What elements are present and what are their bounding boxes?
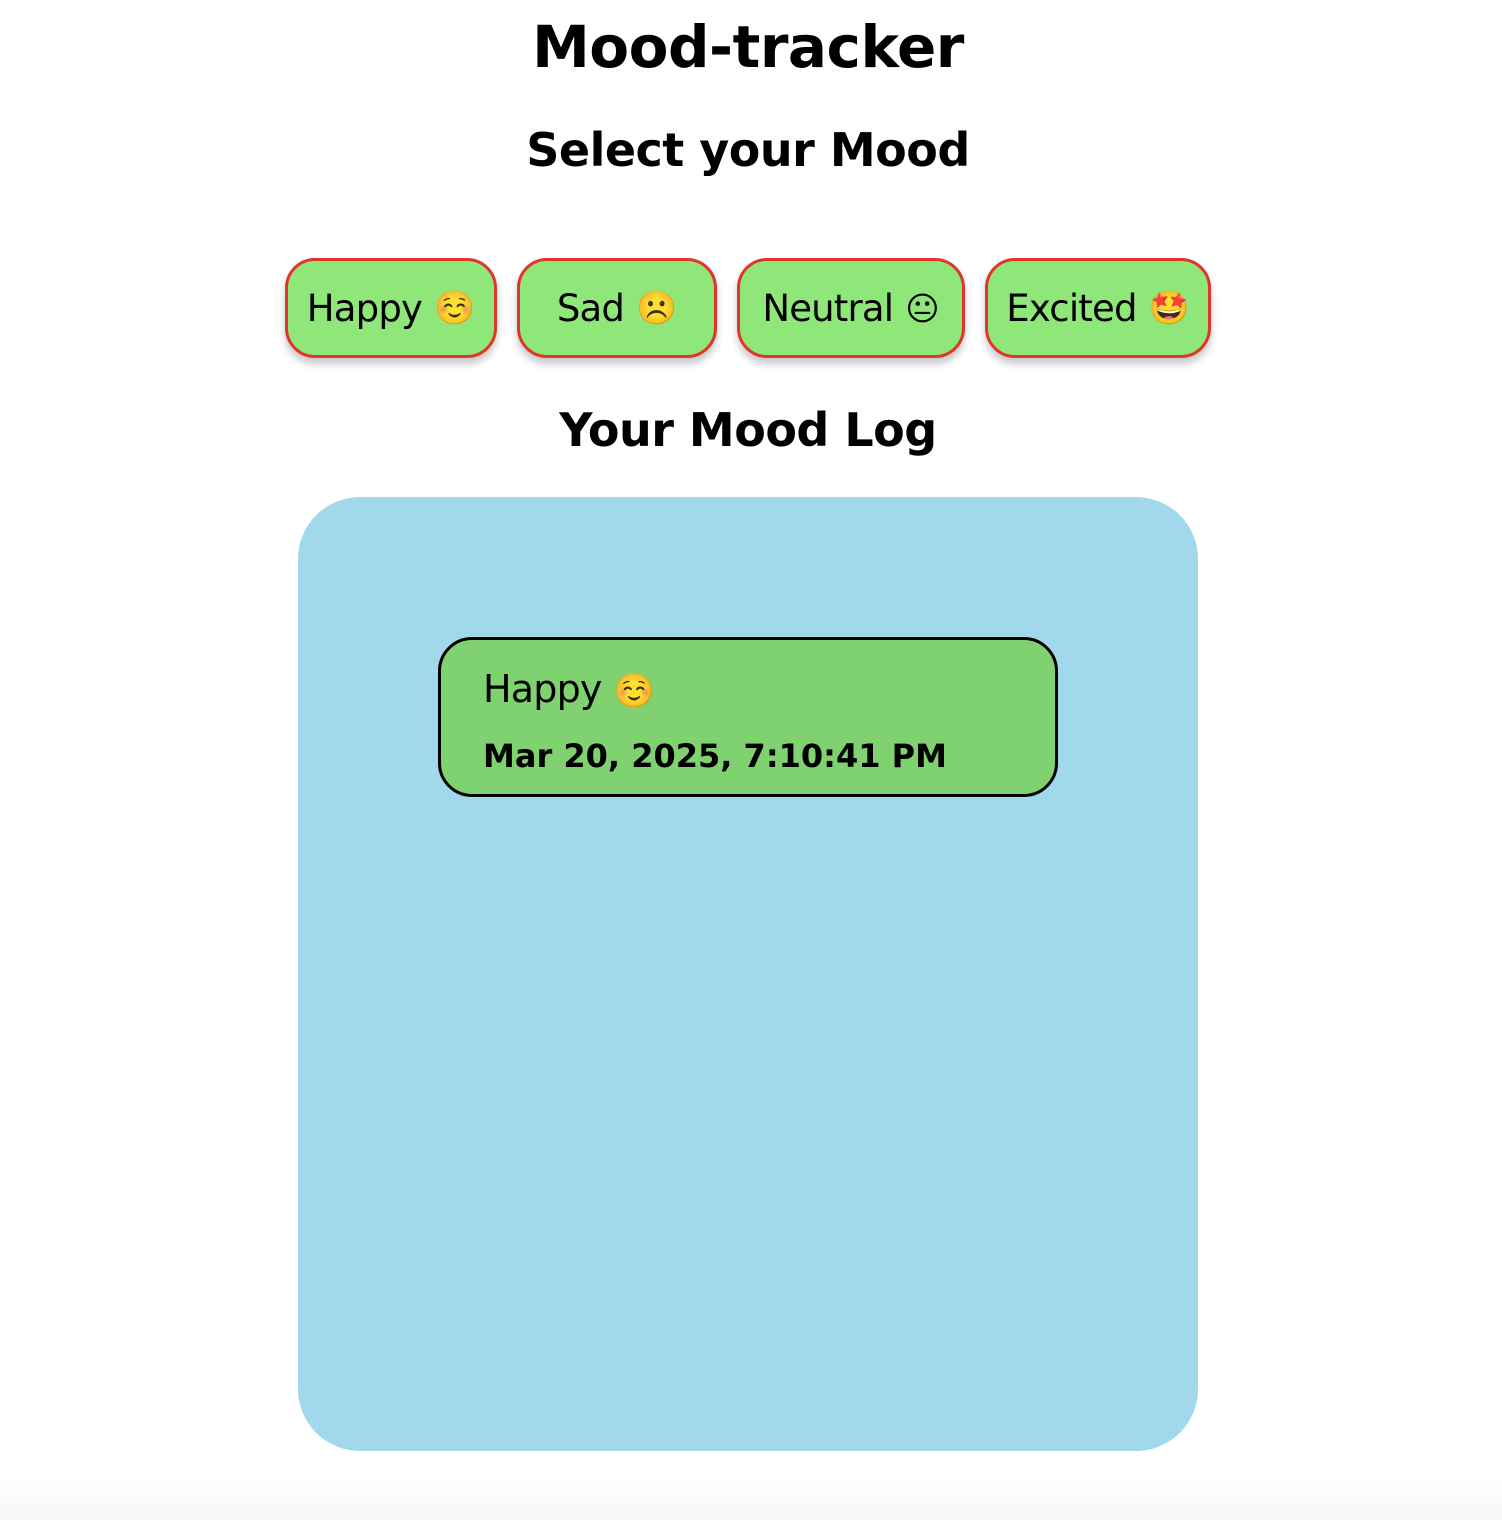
happy-button-label: Happy — [306, 286, 423, 330]
mood-log-panel: Happy ☺️ Mar 20, 2025, 7:10:41 PM — [298, 497, 1198, 1451]
mood-log-heading: Your Mood Log — [559, 403, 937, 457]
star-struck-face-icon: 🤩 — [1148, 288, 1190, 327]
app-title: Mood-tracker — [532, 13, 964, 81]
select-mood-heading: Select your Mood — [526, 123, 970, 177]
neutral-button-label: Neutral — [762, 286, 894, 330]
neutral-face-icon: 😐 — [905, 288, 940, 328]
log-entry-mood: Happy ☺️ — [483, 664, 655, 716]
page-bottom-edge — [0, 1480, 1502, 1520]
log-entry-timestamp: Mar 20, 2025, 7:10:41 PM — [483, 737, 947, 775]
log-entry-mood-label: Happy — [483, 667, 602, 711]
happy-button[interactable]: Happy ☺️ — [285, 258, 497, 358]
excited-button-label: Excited — [1006, 286, 1137, 330]
frowning-face-icon: ☹️ — [636, 288, 678, 327]
excited-button[interactable]: Excited 🤩 — [985, 258, 1211, 358]
mood-tracker-page: Mood-tracker Select your Mood Happy ☺️ S… — [0, 0, 1502, 1520]
smiling-face-icon: ☺️ — [434, 288, 476, 327]
mood-log-entry: Happy ☺️ Mar 20, 2025, 7:10:41 PM — [438, 637, 1058, 797]
sad-button-label: Sad — [556, 286, 625, 330]
mood-button-group: Happy ☺️ Sad ☹️ Neutral 😐 Excited 🤩 — [0, 258, 1496, 358]
sad-button[interactable]: Sad ☹️ — [517, 258, 717, 358]
smiling-face-icon: ☺️ — [613, 671, 655, 710]
neutral-button[interactable]: Neutral 😐 — [737, 258, 965, 358]
